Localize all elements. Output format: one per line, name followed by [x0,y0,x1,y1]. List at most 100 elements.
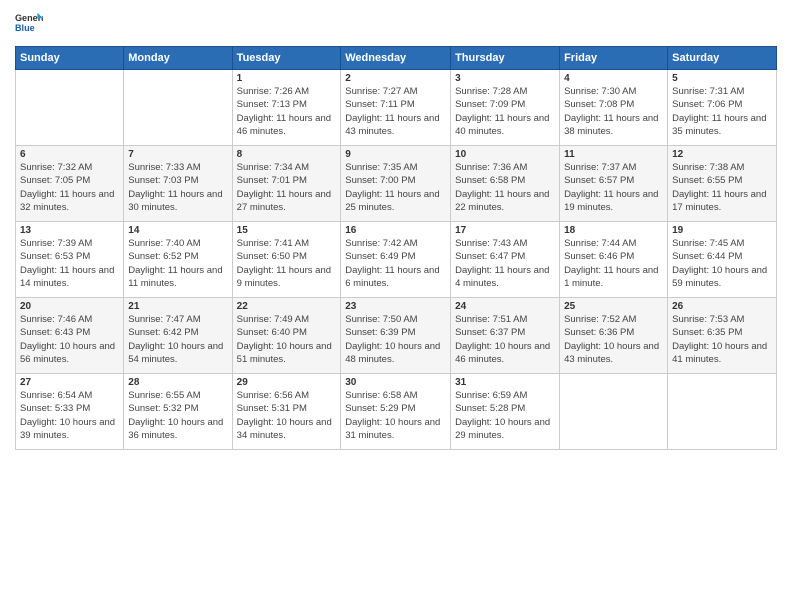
calendar-table: SundayMondayTuesdayWednesdayThursdayFrid… [15,46,777,450]
day-number: 14 [128,225,227,236]
header: GeneralBlue [15,10,777,38]
day-number: 25 [564,301,663,312]
day-number: 24 [455,301,555,312]
day-info: Sunrise: 7:42 AM Sunset: 6:49 PM Dayligh… [345,237,446,290]
weekday-header-thursday: Thursday [451,47,560,70]
day-cell: 7Sunrise: 7:33 AM Sunset: 7:03 PM Daylig… [124,146,232,222]
day-info: Sunrise: 7:34 AM Sunset: 7:01 PM Dayligh… [237,161,337,214]
day-cell: 28Sunrise: 6:55 AM Sunset: 5:32 PM Dayli… [124,374,232,450]
day-cell [560,374,668,450]
day-info: Sunrise: 7:39 AM Sunset: 6:53 PM Dayligh… [20,237,119,290]
day-cell: 11Sunrise: 7:37 AM Sunset: 6:57 PM Dayli… [560,146,668,222]
day-info: Sunrise: 6:54 AM Sunset: 5:33 PM Dayligh… [20,389,119,442]
day-number: 12 [672,149,772,160]
day-info: Sunrise: 7:46 AM Sunset: 6:43 PM Dayligh… [20,313,119,366]
day-number: 27 [20,377,119,388]
day-number: 28 [128,377,227,388]
week-row-1: 1Sunrise: 7:26 AM Sunset: 7:13 PM Daylig… [16,70,777,146]
week-row-3: 13Sunrise: 7:39 AM Sunset: 6:53 PM Dayli… [16,222,777,298]
day-number: 11 [564,149,663,160]
day-cell: 3Sunrise: 7:28 AM Sunset: 7:09 PM Daylig… [451,70,560,146]
day-info: Sunrise: 7:40 AM Sunset: 6:52 PM Dayligh… [128,237,227,290]
day-cell: 27Sunrise: 6:54 AM Sunset: 5:33 PM Dayli… [16,374,124,450]
day-info: Sunrise: 7:33 AM Sunset: 7:03 PM Dayligh… [128,161,227,214]
day-number: 9 [345,149,446,160]
day-number: 31 [455,377,555,388]
day-cell: 10Sunrise: 7:36 AM Sunset: 6:58 PM Dayli… [451,146,560,222]
weekday-header-tuesday: Tuesday [232,47,341,70]
day-info: Sunrise: 7:37 AM Sunset: 6:57 PM Dayligh… [564,161,663,214]
day-info: Sunrise: 7:28 AM Sunset: 7:09 PM Dayligh… [455,85,555,138]
day-cell: 1Sunrise: 7:26 AM Sunset: 7:13 PM Daylig… [232,70,341,146]
day-info: Sunrise: 7:43 AM Sunset: 6:47 PM Dayligh… [455,237,555,290]
day-number: 15 [237,225,337,236]
day-cell: 26Sunrise: 7:53 AM Sunset: 6:35 PM Dayli… [668,298,777,374]
day-number: 1 [237,73,337,84]
day-number: 20 [20,301,119,312]
day-info: Sunrise: 7:38 AM Sunset: 6:55 PM Dayligh… [672,161,772,214]
week-row-2: 6Sunrise: 7:32 AM Sunset: 7:05 PM Daylig… [16,146,777,222]
day-info: Sunrise: 7:51 AM Sunset: 6:37 PM Dayligh… [455,313,555,366]
day-info: Sunrise: 7:30 AM Sunset: 7:08 PM Dayligh… [564,85,663,138]
day-number: 29 [237,377,337,388]
day-number: 10 [455,149,555,160]
day-info: Sunrise: 7:41 AM Sunset: 6:50 PM Dayligh… [237,237,337,290]
day-cell: 6Sunrise: 7:32 AM Sunset: 7:05 PM Daylig… [16,146,124,222]
day-cell: 19Sunrise: 7:45 AM Sunset: 6:44 PM Dayli… [668,222,777,298]
weekday-header-saturday: Saturday [668,47,777,70]
day-number: 22 [237,301,337,312]
day-number: 5 [672,73,772,84]
day-info: Sunrise: 7:50 AM Sunset: 6:39 PM Dayligh… [345,313,446,366]
day-info: Sunrise: 7:49 AM Sunset: 6:40 PM Dayligh… [237,313,337,366]
weekday-header-wednesday: Wednesday [341,47,451,70]
day-number: 4 [564,73,663,84]
day-cell: 23Sunrise: 7:50 AM Sunset: 6:39 PM Dayli… [341,298,451,374]
day-info: Sunrise: 7:52 AM Sunset: 6:36 PM Dayligh… [564,313,663,366]
day-cell: 31Sunrise: 6:59 AM Sunset: 5:28 PM Dayli… [451,374,560,450]
day-cell: 14Sunrise: 7:40 AM Sunset: 6:52 PM Dayli… [124,222,232,298]
weekday-header-friday: Friday [560,47,668,70]
day-number: 7 [128,149,227,160]
day-info: Sunrise: 7:44 AM Sunset: 6:46 PM Dayligh… [564,237,663,290]
weekday-header-sunday: Sunday [16,47,124,70]
day-number: 2 [345,73,446,84]
day-number: 3 [455,73,555,84]
day-info: Sunrise: 7:32 AM Sunset: 7:05 PM Dayligh… [20,161,119,214]
weekday-header-monday: Monday [124,47,232,70]
day-info: Sunrise: 7:31 AM Sunset: 7:06 PM Dayligh… [672,85,772,138]
day-info: Sunrise: 7:36 AM Sunset: 6:58 PM Dayligh… [455,161,555,214]
day-cell: 17Sunrise: 7:43 AM Sunset: 6:47 PM Dayli… [451,222,560,298]
day-info: Sunrise: 7:27 AM Sunset: 7:11 PM Dayligh… [345,85,446,138]
day-number: 8 [237,149,337,160]
day-info: Sunrise: 6:58 AM Sunset: 5:29 PM Dayligh… [345,389,446,442]
day-cell: 5Sunrise: 7:31 AM Sunset: 7:06 PM Daylig… [668,70,777,146]
day-number: 13 [20,225,119,236]
day-cell: 30Sunrise: 6:58 AM Sunset: 5:29 PM Dayli… [341,374,451,450]
weekday-header-row: SundayMondayTuesdayWednesdayThursdayFrid… [16,47,777,70]
day-info: Sunrise: 7:47 AM Sunset: 6:42 PM Dayligh… [128,313,227,366]
day-number: 23 [345,301,446,312]
day-cell: 20Sunrise: 7:46 AM Sunset: 6:43 PM Dayli… [16,298,124,374]
day-cell: 22Sunrise: 7:49 AM Sunset: 6:40 PM Dayli… [232,298,341,374]
day-cell: 24Sunrise: 7:51 AM Sunset: 6:37 PM Dayli… [451,298,560,374]
day-info: Sunrise: 6:55 AM Sunset: 5:32 PM Dayligh… [128,389,227,442]
day-number: 21 [128,301,227,312]
day-number: 26 [672,301,772,312]
day-number: 6 [20,149,119,160]
day-info: Sunrise: 7:26 AM Sunset: 7:13 PM Dayligh… [237,85,337,138]
day-number: 17 [455,225,555,236]
day-cell: 13Sunrise: 7:39 AM Sunset: 6:53 PM Dayli… [16,222,124,298]
day-cell: 25Sunrise: 7:52 AM Sunset: 6:36 PM Dayli… [560,298,668,374]
day-info: Sunrise: 7:35 AM Sunset: 7:00 PM Dayligh… [345,161,446,214]
day-number: 19 [672,225,772,236]
logo-icon: GeneralBlue [15,10,43,38]
day-number: 30 [345,377,446,388]
day-cell: 29Sunrise: 6:56 AM Sunset: 5:31 PM Dayli… [232,374,341,450]
day-cell [668,374,777,450]
day-cell: 8Sunrise: 7:34 AM Sunset: 7:01 PM Daylig… [232,146,341,222]
day-cell: 2Sunrise: 7:27 AM Sunset: 7:11 PM Daylig… [341,70,451,146]
day-info: Sunrise: 7:53 AM Sunset: 6:35 PM Dayligh… [672,313,772,366]
day-number: 18 [564,225,663,236]
week-row-4: 20Sunrise: 7:46 AM Sunset: 6:43 PM Dayli… [16,298,777,374]
day-cell: 18Sunrise: 7:44 AM Sunset: 6:46 PM Dayli… [560,222,668,298]
